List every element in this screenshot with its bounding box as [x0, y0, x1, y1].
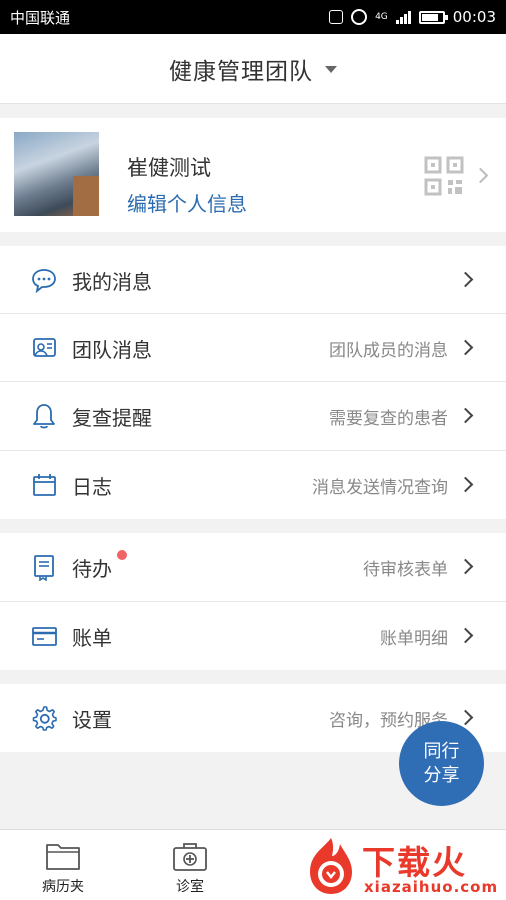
watermark-url: xiazaihuo.com [364, 878, 499, 896]
menu-item-label: 团队消息 [72, 337, 152, 362]
menu-item-team-messages[interactable]: 团队消息 团队成员的消息 [0, 314, 506, 382]
status-icons: 4G 00:03 [329, 8, 496, 26]
team-selector[interactable]: 健康管理团队 [0, 34, 506, 104]
todo-icon [34, 555, 54, 581]
menu-item-log[interactable]: 日志 消息发送情况查询 [0, 451, 506, 519]
bell-icon [33, 404, 55, 429]
alarm-icon [351, 9, 368, 25]
network-type-label: 4G [375, 11, 388, 22]
menu-item-sublabel: 账单明细 [380, 628, 448, 649]
edit-profile-link[interactable]: 编辑个人信息 [127, 188, 247, 217]
menu-item-sublabel: 待审核表单 [363, 559, 448, 580]
qr-code-icon[interactable] [424, 156, 464, 196]
chevron-right-icon [457, 407, 474, 424]
battery-icon [418, 10, 448, 24]
vibrate-icon [329, 10, 344, 24]
watermark: 下载火 xiazaihuo.com [300, 832, 506, 900]
chevron-right-icon [457, 558, 474, 575]
menu-item-review-reminder[interactable]: 复查提醒 需要复查的患者 [0, 382, 506, 450]
menu-item-label: 复查提醒 [72, 405, 152, 430]
chevron-right-icon [457, 709, 474, 726]
menu-item-label: 账单 [72, 625, 112, 650]
profile-name: 崔健测试 [127, 156, 211, 180]
chevron-right-icon [457, 476, 474, 493]
team-message-icon [33, 338, 56, 357]
signal-icon [395, 10, 411, 24]
menu-item-label: 我的消息 [72, 269, 152, 294]
menu-item-todo[interactable]: 待办 待审核表单 [0, 533, 506, 601]
menu-item-my-messages[interactable]: 我的消息 [0, 246, 506, 314]
menu-item-label: 设置 [72, 707, 112, 732]
calendar-icon [33, 474, 56, 496]
menu-item-bill[interactable]: 账单 账单明细 [0, 602, 506, 670]
chat-bubble-icon [32, 269, 56, 294]
tab-label: 病历夹 [42, 879, 84, 895]
share-label-line2: 分享 [423, 764, 460, 786]
avatar[interactable] [14, 132, 99, 216]
chevron-right-icon [457, 271, 474, 288]
share-button[interactable]: 同行 分享 [399, 721, 484, 806]
folder-icon [46, 844, 80, 870]
tab-medical-records[interactable]: 病历夹 [18, 830, 108, 900]
chevron-right-icon [457, 627, 474, 644]
status-bar: 中国联通 4G 00:03 [0, 0, 506, 34]
medical-kit-icon [173, 843, 207, 871]
menu-item-label: 日志 [72, 474, 112, 499]
menu-item-sublabel: 团队成员的消息 [329, 340, 448, 361]
clock-label: 00:03 [452, 8, 496, 26]
watermark-brand: 下载火 [362, 843, 467, 882]
menu-item-sublabel: 需要复查的患者 [329, 408, 448, 429]
menu-item-sublabel: 消息发送情况查询 [312, 477, 448, 498]
dropdown-caret-icon [325, 66, 337, 73]
menu-item-label: 待办 [72, 556, 112, 581]
tab-label: 诊室 [176, 879, 204, 895]
todo-badge [117, 550, 127, 560]
gear-icon [32, 706, 57, 731]
carrier-label: 中国联通 [10, 8, 71, 27]
page-title: 健康管理团队 [169, 58, 313, 85]
flame-logo-icon [310, 838, 352, 894]
bill-card-icon [32, 627, 57, 646]
tab-clinic[interactable]: 诊室 [145, 830, 235, 900]
share-label-line1: 同行 [423, 740, 460, 762]
chevron-right-icon [457, 339, 474, 356]
